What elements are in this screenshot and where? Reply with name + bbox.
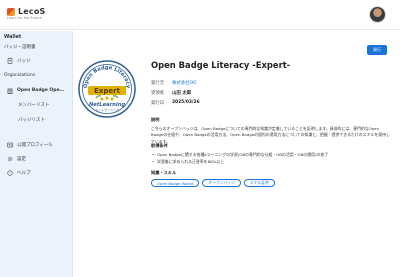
building-icon [7, 88, 13, 94]
sidebar-item-label: ヘルプ [17, 170, 31, 176]
skill-tags: Open Badge Wallet オープンバッジ スキル証明 [151, 179, 275, 187]
sidebar-item-member-list[interactable]: メンバーリスト [0, 99, 73, 110]
avatar[interactable] [369, 6, 386, 23]
badge-emblem-expert-text: Expert [94, 87, 121, 95]
badge-image: Open Badge Literacy Expert NetLearning ネ… [78, 60, 136, 118]
profile-card-icon [7, 142, 13, 148]
logo-name: LecoS [18, 7, 46, 16]
criteria-item: 学習後に求められる正答率を80%以上 [152, 159, 387, 165]
gear-icon [7, 156, 13, 162]
sidebar-item-badge-list[interactable]: バッジリスト [0, 114, 73, 125]
sidebar-item-label: メンバーリスト [18, 102, 50, 108]
recipient-label: 受領者 [151, 91, 165, 96]
sidebar-item-label: Open Badge Ope… [17, 88, 64, 93]
sidebar-item-help[interactable]: ? ヘルプ [0, 167, 73, 178]
sidebar-item-public-profile[interactable]: 公開プロフィール [0, 139, 73, 150]
org-section-label: Organizations [4, 73, 36, 78]
skill-tag[interactable]: スキル証明 [243, 179, 275, 187]
sidebar-item-settings[interactable]: 設定 [0, 153, 73, 164]
sidebar-item-label: バッジ [17, 58, 31, 64]
sidebar-item-organization[interactable]: Open Badge Ope… [0, 85, 73, 96]
issuer-link[interactable]: 株式会社OO [172, 80, 196, 86]
top-bar: LecoS Learn for the Future [0, 0, 400, 30]
issuer-label: 発行元 [151, 81, 165, 86]
logo-tagline: Learn for the Future [7, 16, 42, 20]
sidebar-item-label: バッジリスト [18, 117, 45, 123]
skills-heading: 知識・スキル [151, 170, 177, 175]
criteria-heading: 取得条件 [151, 143, 168, 148]
logo-mark-icon [7, 7, 15, 16]
description-heading: 説明 [151, 117, 160, 122]
description-text: こちらのオープンバッジは、Open Badgeについての専門的な知識が定着してい… [151, 126, 390, 144]
skill-tag[interactable]: Open Badge Wallet [151, 179, 200, 187]
publish-button[interactable]: 発行 [367, 45, 387, 55]
wallet-heading: Wallet [4, 35, 22, 40]
recipient-value: 山田 太郎 [172, 91, 192, 96]
svg-text:?: ? [9, 171, 11, 175]
criteria-item: Open Badgeに関する各種eラーニングの学習(OBの専門的な仕組・OBの活… [152, 152, 387, 158]
badge-icon [7, 57, 13, 64]
logo[interactable]: LecoS [7, 7, 46, 16]
wallet-section-label: バッジ・証明書 [4, 45, 36, 50]
issue-date-label: 発行日 [151, 101, 165, 106]
page-title: Open Badge Literacy -Expert- [151, 60, 291, 70]
help-icon: ? [7, 169, 13, 176]
sidebar-item-badges[interactable]: バッジ [0, 55, 73, 66]
sidebar: Wallet バッジ・証明書 バッジ Organizations Open Ba… [0, 31, 73, 277]
badge-emblem-sub: ネットラーニング [95, 107, 119, 112]
skill-tag[interactable]: オープンバッジ [202, 179, 241, 187]
issue-date-value: 2025/03/26 [172, 100, 200, 105]
sidebar-item-label: 公開プロフィール [17, 142, 53, 148]
sidebar-item-label: 設定 [17, 156, 26, 162]
